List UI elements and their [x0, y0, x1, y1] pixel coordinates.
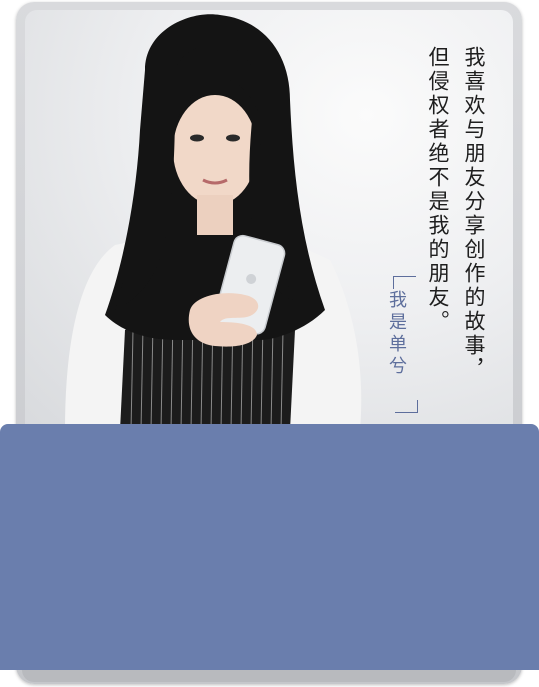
card-bottom-edge: [22, 670, 516, 682]
page: 我喜欢与朋友分享创作的故事， 但侵权者绝不是我的朋友。 我是单兮: [0, 0, 539, 687]
poem-line-1: 我喜欢与朋友分享创作的故事，: [462, 46, 486, 382]
signature: 我是单兮: [386, 290, 407, 378]
poem-line-2: 但侵权者绝不是我的朋友。: [426, 46, 450, 334]
portrait-photo: 我喜欢与朋友分享创作的故事， 但侵权者绝不是我的朋友。 我是单兮: [25, 10, 513, 430]
signature-bracket-open-icon: [393, 276, 416, 289]
signature-bracket-close-icon: [395, 400, 418, 413]
blue-content-panel: [0, 424, 539, 670]
